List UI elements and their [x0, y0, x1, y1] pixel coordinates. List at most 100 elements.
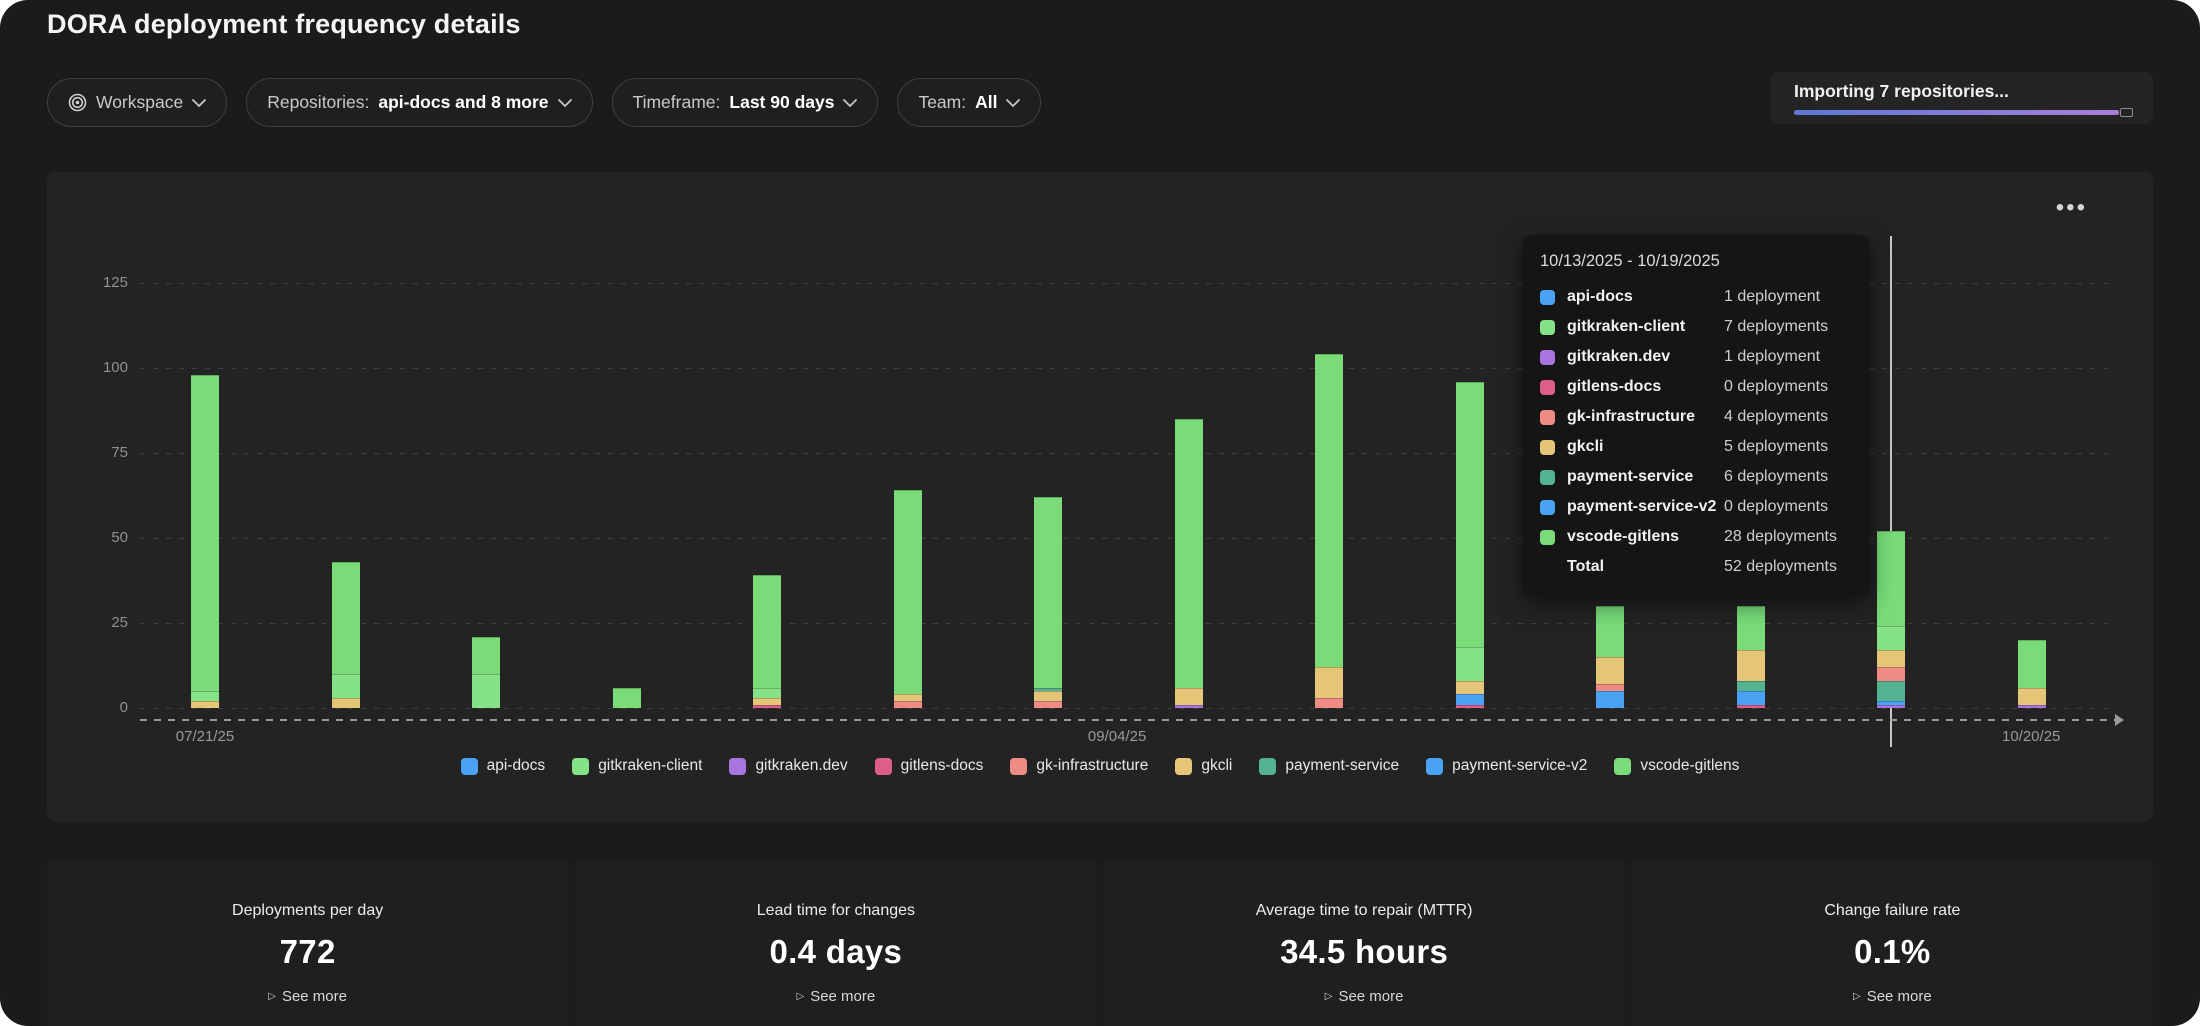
metric-label: Change failure rate: [1824, 902, 1960, 920]
bar-segment-gkcli: [753, 698, 781, 705]
legend-swatch-icon: [1614, 758, 1631, 775]
metric-card-deployments-per-day: Deployments per day 772 ▷See more: [47, 860, 568, 1026]
chart-tooltip: 10/13/2025 - 10/19/2025 api-docs1 deploy…: [1522, 235, 1870, 596]
metric-label: Average time to repair (MTTR): [1256, 902, 1473, 920]
bar-segment-vscode-gitlens: [1315, 354, 1343, 667]
legend-item-gitkraken.dev[interactable]: gitkraken.dev: [729, 757, 847, 775]
bar-segment-gkcli: [1456, 681, 1484, 695]
bar-segment-gkcli: [1034, 691, 1062, 701]
bar-week-13[interactable]: [1877, 531, 1905, 708]
tooltip-repo-name: gkcli: [1567, 438, 1724, 456]
import-progress-fill: [1794, 110, 2119, 115]
workspace-dropdown[interactable]: Workspace: [47, 78, 227, 127]
bar-week-11[interactable]: [1596, 606, 1624, 708]
repositories-value: api-docs and 8 more: [378, 92, 548, 113]
bar-week-3[interactable]: [472, 637, 500, 708]
tooltip-repo-name: gitkraken-client: [1567, 318, 1724, 336]
legend-item-gitkraken-client[interactable]: gitkraken-client: [572, 757, 702, 775]
bar-week-9[interactable]: [1315, 354, 1343, 708]
bar-week-6[interactable]: [894, 490, 922, 708]
chevron-down-icon: [192, 99, 206, 108]
tooltip-swatch-icon: [1540, 350, 1555, 365]
bar-week-8[interactable]: [1175, 419, 1203, 708]
bar-segment-gk-infrastructure: [894, 701, 922, 708]
legend-item-vscode-gitlens[interactable]: vscode-gitlens: [1614, 757, 1739, 775]
tooltip-repo-name: payment-service-v2: [1567, 498, 1724, 516]
metric-card-change-failure-rate: Change failure rate 0.1% ▷See more: [1632, 860, 2153, 1026]
bar-segment-vscode-gitlens: [1175, 419, 1203, 688]
bar-segment-vscode-gitlens: [613, 688, 641, 708]
bar-segment-api-docs: [1737, 691, 1765, 705]
y-tick-label: 50: [47, 529, 128, 546]
bar-week-14[interactable]: [2018, 640, 2046, 708]
repositories-dropdown[interactable]: Repositories: api-docs and 8 more: [246, 78, 592, 127]
triangle-right-icon: ▷: [268, 991, 276, 1002]
timeframe-dropdown[interactable]: Timeframe: Last 90 days: [612, 78, 879, 127]
team-label: Team:: [918, 92, 966, 113]
y-tick-label: 100: [47, 359, 128, 376]
x-tick-label: 10/20/25: [2002, 728, 2060, 745]
legend-item-api-docs[interactable]: api-docs: [461, 757, 546, 775]
legend-swatch-icon: [461, 758, 478, 775]
bar-week-4[interactable]: [613, 688, 641, 708]
tooltip-repo-value: 6 deployments: [1724, 468, 1852, 486]
metric-label: Lead time for changes: [757, 902, 915, 920]
chart-options-button[interactable]: •••: [2056, 196, 2087, 220]
bar-week-2[interactable]: [332, 562, 360, 708]
tooltip-row: gitkraken-client7 deployments: [1540, 312, 1852, 342]
chart-legend: api-docs gitkraken-client gitkraken.dev git…: [47, 757, 2153, 775]
x-axis-line: [140, 719, 2115, 721]
tooltip-repo-value: 1 deployment: [1724, 348, 1852, 366]
tooltip-total-value: 52 deployments: [1724, 558, 1852, 576]
bar-segment-gitkraken-client: [191, 691, 219, 701]
bar-segment-gitkraken.dev: [2018, 705, 2046, 708]
bar-week-5[interactable]: [753, 575, 781, 708]
tooltip-repo-value: 1 deployment: [1724, 288, 1852, 306]
triangle-right-icon: ▷: [797, 991, 805, 1002]
filter-row: Workspace Repositories: api-docs and 8 m…: [47, 78, 1041, 127]
see-more-link[interactable]: ▷See more: [1325, 988, 1404, 1005]
bar-week-1[interactable]: [191, 375, 219, 708]
legend-label: vscode-gitlens: [1640, 757, 1739, 775]
y-tick-label: 75: [47, 444, 128, 461]
legend-item-gkcli[interactable]: gkcli: [1175, 757, 1232, 775]
bar-week-7[interactable]: [1034, 497, 1062, 708]
metric-card-mttr: Average time to repair (MTTR) 34.5 hours…: [1104, 860, 1625, 1026]
see-more-link[interactable]: ▷See more: [268, 988, 347, 1005]
tooltip-swatch-icon: [1540, 290, 1555, 305]
tooltip-rows: api-docs1 deploymentgitkraken-client7 de…: [1540, 282, 1852, 552]
legend-item-gitlens-docs[interactable]: gitlens-docs: [875, 757, 984, 775]
team-dropdown[interactable]: Team: All: [897, 78, 1041, 127]
legend-item-payment-service[interactable]: payment-service: [1259, 757, 1399, 775]
see-more-link[interactable]: ▷See more: [797, 988, 876, 1005]
timeframe-label: Timeframe:: [633, 92, 721, 113]
legend-label: gk-infrastructure: [1036, 757, 1148, 775]
see-more-label: See more: [1338, 988, 1403, 1005]
legend-label: gitlens-docs: [901, 757, 984, 775]
legend-swatch-icon: [875, 758, 892, 775]
tooltip-row: gkcli5 deployments: [1540, 432, 1852, 462]
bar-week-10[interactable]: [1456, 382, 1484, 708]
bar-week-12[interactable]: [1737, 606, 1765, 708]
deployment-frequency-chart-card: ••• 025507510012507/21/2509/04/2510/20/2…: [47, 172, 2153, 822]
tooltip-swatch-icon: [1540, 320, 1555, 335]
tooltip-swatch-icon: [1540, 530, 1555, 545]
tooltip-total-row: Total 52 deployments: [1540, 552, 1852, 582]
legend-item-payment-service-v2[interactable]: payment-service-v2: [1426, 757, 1587, 775]
tooltip-swatch-icon: [1540, 410, 1555, 425]
bar-segment-gitkraken.dev: [1175, 705, 1203, 708]
tooltip-swatch-icon: [1540, 500, 1555, 515]
bar-segment-gitkraken-client: [753, 688, 781, 698]
see-more-link[interactable]: ▷See more: [1853, 988, 1932, 1005]
legend-label: api-docs: [487, 757, 546, 775]
tooltip-repo-value: 0 deployments: [1724, 498, 1852, 516]
tooltip-swatch-icon: [1540, 380, 1555, 395]
bar-segment-gkcli: [1315, 667, 1343, 698]
legend-swatch-icon: [1175, 758, 1192, 775]
tooltip-repo-value: 4 deployments: [1724, 408, 1852, 426]
bar-segment-vscode-gitlens: [472, 637, 500, 674]
repositories-label: Repositories:: [267, 92, 369, 113]
bar-segment-vscode-gitlens: [2018, 640, 2046, 688]
legend-item-gk-infrastructure[interactable]: gk-infrastructure: [1010, 757, 1148, 775]
chevron-down-icon: [1006, 99, 1020, 108]
